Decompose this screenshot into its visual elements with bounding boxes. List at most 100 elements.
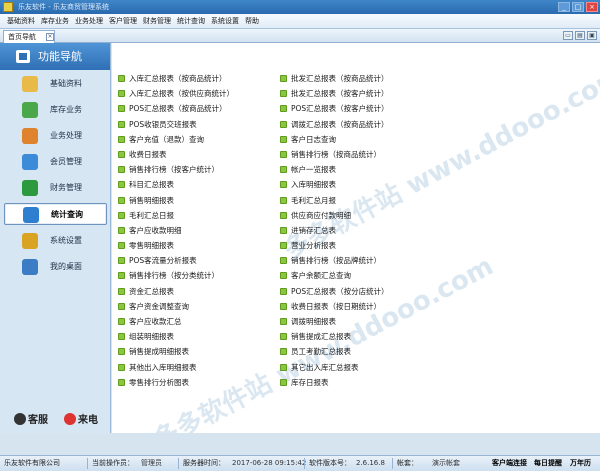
report-link[interactable]: 进销存汇总表: [278, 223, 389, 238]
menu-finance[interactable]: 财务管理: [140, 14, 174, 28]
sidebar-item-members[interactable]: 会员管理: [4, 151, 107, 173]
customer-service-button[interactable]: 客服: [14, 411, 48, 426]
report-link[interactable]: 批发汇总报表（按客户统计）: [278, 86, 389, 101]
sidebar-item-desktop[interactable]: 我的桌面: [4, 256, 107, 278]
report-link[interactable]: 毛利汇总月报: [278, 193, 389, 208]
report-bullet-icon: [280, 135, 287, 143]
tile-icon[interactable]: ▤: [575, 31, 585, 40]
report-label: 科目汇总报表: [129, 180, 174, 190]
report-bullet-icon: [280, 242, 287, 250]
report-label: 入库汇总报表（按商品统计）: [129, 74, 227, 83]
report-link[interactable]: 销售提成明细报表: [116, 344, 234, 359]
report-bullet-icon: [118, 348, 125, 356]
report-link[interactable]: 其它出入库汇总报表: [278, 360, 389, 375]
client-connection-status[interactable]: 客户端连接: [492, 456, 527, 471]
report-link[interactable]: 客户余额汇总查询: [278, 268, 389, 283]
sidebar-item-business[interactable]: 业务处理: [4, 125, 107, 147]
maximize-button[interactable]: □: [572, 2, 584, 12]
report-label: 销售提成明细报表: [129, 347, 189, 357]
report-bullet-icon: [280, 333, 287, 341]
report-link[interactable]: 销售明细报表: [116, 193, 234, 208]
report-link[interactable]: 组装明细报表: [116, 329, 234, 344]
report-link[interactable]: 资金汇总报表: [116, 284, 234, 299]
report-link[interactable]: POS汇总报表（按商品统计）: [116, 101, 234, 116]
sidebar-item-inventory[interactable]: 库存业务: [4, 99, 107, 121]
report-link[interactable]: 调拨明细报表: [278, 314, 389, 329]
report-label: 毛利汇总月报: [291, 195, 336, 205]
cascade-icon[interactable]: ▣: [587, 31, 597, 40]
report-link[interactable]: 入库汇总报表（按供应商统计）: [116, 86, 234, 101]
report-bullet-icon: [280, 196, 287, 204]
sidebar-item-statistics[interactable]: 统计查询: [4, 203, 107, 225]
report-label: 其它出入库汇总报表: [291, 362, 359, 372]
sidebar-item-label: 系统设置: [50, 236, 82, 245]
report-link[interactable]: POS客流量分析报表: [116, 253, 234, 268]
account-value: 演示帐套: [432, 459, 460, 467]
report-link[interactable]: 客户充值（退款）查询: [116, 132, 234, 147]
report-link[interactable]: 客户资金调整查询: [116, 299, 234, 314]
menu-customers[interactable]: 客户管理: [106, 14, 140, 28]
incoming-call-label: 来电: [78, 415, 98, 426]
report-bullet-icon: [118, 318, 125, 325]
report-link[interactable]: 科目汇总报表: [116, 177, 234, 192]
report-link[interactable]: 收费日报表: [116, 147, 234, 162]
report-link[interactable]: 销售排行榜（按品牌统计）: [278, 253, 389, 268]
menu-inventory[interactable]: 库存业务: [38, 14, 72, 28]
report-label: 零售明细报表: [129, 241, 174, 251]
menu-statistics[interactable]: 统计查询: [174, 14, 208, 28]
server-time-label: 服务器时间：: [183, 459, 225, 467]
report-link[interactable]: 毛利汇总日报: [116, 208, 234, 223]
report-link[interactable]: 客户应收款明细: [116, 223, 234, 238]
report-link[interactable]: POS收银员交班报表: [116, 117, 234, 132]
report-label: 销售明细报表: [129, 195, 174, 205]
tab-close-icon[interactable]: ×: [46, 33, 54, 41]
report-link[interactable]: 库存日报表: [278, 375, 389, 390]
report-list-left: 入库汇总报表（按商品统计） 入库汇总报表（按供应商统计） POS汇总报表（按商品统计…: [116, 71, 234, 390]
report-link[interactable]: 客户日志查询: [278, 132, 389, 147]
report-bullet-icon: [280, 211, 287, 219]
report-link[interactable]: 收费日报表（按日期统计）: [278, 299, 389, 314]
sidebar-item-settings[interactable]: 系统设置: [4, 230, 107, 252]
app-icon: [3, 2, 13, 12]
report-label: 收费日报表（按日期统计）: [291, 301, 381, 311]
report-link[interactable]: 入库明细报表: [278, 177, 389, 192]
report-link[interactable]: 销售排行榜（按客户统计）: [116, 162, 234, 177]
report-link[interactable]: POS汇总报表（按客户统计）: [278, 101, 389, 116]
report-bullet-icon: [280, 181, 287, 189]
report-link[interactable]: 入库汇总报表（按商品统计）: [116, 71, 234, 86]
report-link[interactable]: 销售提成汇总报表: [278, 329, 389, 344]
report-link[interactable]: 销售排行榜（按分类统计）: [116, 268, 234, 283]
report-link[interactable]: 其他出入库明细报表: [116, 360, 234, 375]
daily-reminder-button[interactable]: 每日提醒: [534, 456, 562, 471]
menu-basic-data[interactable]: 基础资料: [4, 14, 38, 28]
menu-settings[interactable]: 系统设置: [208, 14, 242, 28]
restore-icon[interactable]: ▭: [563, 31, 573, 40]
report-link[interactable]: 零售明细报表: [116, 238, 234, 253]
report-bullet-icon: [280, 348, 287, 356]
report-link[interactable]: 销售排行榜（按商品统计）: [278, 147, 389, 162]
report-link[interactable]: POS汇总报表（按分店统计）: [278, 284, 389, 299]
calendar-button[interactable]: 万年历: [570, 456, 591, 471]
report-link[interactable]: 客户应收款汇总: [116, 314, 234, 329]
tab-home-navigation[interactable]: 首页导航 ×: [3, 30, 55, 43]
report-bullet-icon: [118, 302, 125, 310]
sidebar-item-label: 基础资料: [50, 79, 82, 88]
incoming-call-button[interactable]: 来电: [64, 411, 98, 426]
close-button[interactable]: ×: [586, 2, 598, 12]
report-link[interactable]: 零售排行分析图表: [116, 375, 234, 390]
report-link[interactable]: 帐户一览报表: [278, 162, 389, 177]
report-label: 销售排行榜（按客户统计）: [129, 165, 219, 175]
report-link[interactable]: 员工考勤汇总报表: [278, 344, 389, 359]
report-link[interactable]: 调拨汇总报表（按商品统计）: [278, 117, 389, 132]
report-link[interactable]: 批发汇总报表（按商品统计）: [278, 71, 389, 86]
report-link[interactable]: 供应商应付款明细: [278, 208, 389, 223]
report-label: 进销存汇总表: [291, 225, 336, 235]
sidebar-title: 功能导航: [38, 50, 82, 63]
sidebar-item-finance[interactable]: 财务管理: [4, 177, 107, 199]
status-bar: 乐友软件有限公司 当前操作员： 管理员 服务器时间： 2017-06-28 09…: [0, 455, 600, 471]
minimize-button[interactable]: _: [558, 2, 570, 12]
sidebar-item-basic-data[interactable]: 基础资料: [4, 73, 107, 95]
report-link[interactable]: 营业分析报表: [278, 238, 389, 253]
menu-business[interactable]: 业务处理: [72, 14, 106, 28]
menu-help[interactable]: 帮助: [242, 14, 262, 28]
